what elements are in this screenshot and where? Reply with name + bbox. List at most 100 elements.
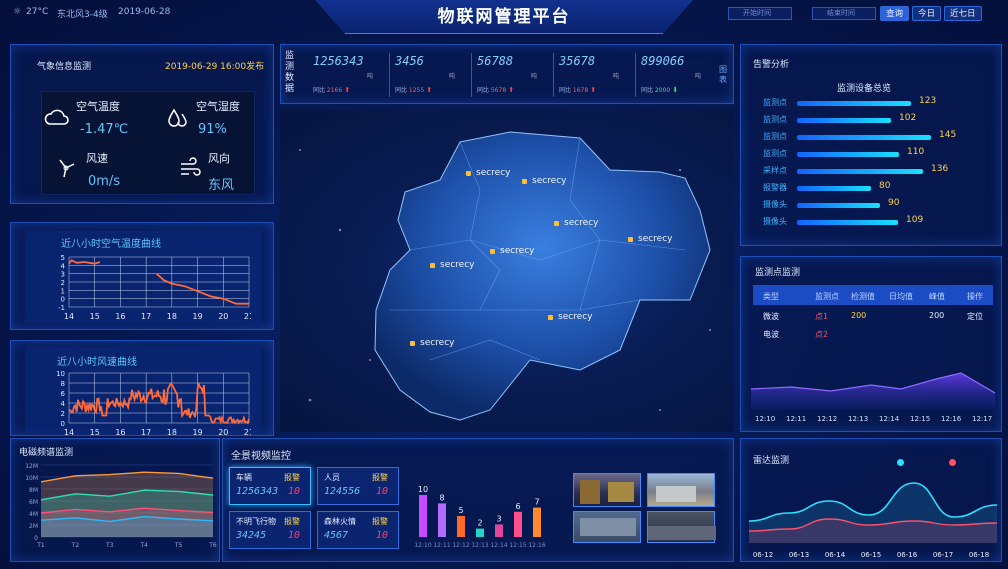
video-card-label: 不明飞行物 — [236, 517, 276, 526]
weather-temp: 27°C — [26, 7, 49, 17]
stat-compare-value: 5678 — [490, 87, 507, 94]
x-tick-label: 06-12 — [753, 551, 773, 559]
map-marker-icon[interactable] — [628, 237, 633, 242]
x-tick-label: 12:15 — [910, 415, 930, 423]
video-card-value: 1256343 — [236, 486, 279, 497]
alarm-bar-value: 102 — [899, 113, 917, 123]
map-label: secrecy — [532, 176, 567, 186]
video-card-alarm-value: 10 — [375, 486, 388, 497]
map-marker-icon[interactable] — [466, 171, 471, 176]
table-cell: 微波 — [763, 312, 779, 321]
series-line — [68, 259, 101, 265]
humidity-icon — [168, 108, 187, 127]
x-tick-label: T3 — [105, 542, 114, 549]
region-map[interactable] — [280, 110, 734, 432]
start-time-input[interactable]: 开始时间 — [728, 7, 792, 20]
camera-thumbnail-3[interactable] — [573, 511, 641, 543]
video-card[interactable]: 森林火情 报警 4567 10 — [317, 511, 399, 549]
x-tick-label: 12:17 — [972, 415, 992, 423]
video-card-alarm-value: 10 — [287, 486, 300, 497]
video-card-value: 34245 — [236, 530, 267, 541]
y-tick-label: 8M — [29, 487, 38, 494]
camera-thumbnail-4[interactable] — [647, 511, 716, 543]
table-cell: 200 — [851, 311, 867, 320]
video-card-alarm-value: 10 — [375, 530, 388, 541]
table-row[interactable]: 微波 点1 200 200 定位 — [753, 309, 993, 325]
stat-compare-label: 同比 — [395, 87, 409, 94]
map-marker-icon[interactable] — [548, 315, 553, 320]
radar-panel: 雷达监测 06-12 06-13 06-14 06-15 06-16 06-17 06-18 — [740, 438, 1002, 562]
table-cell: 200 — [929, 311, 945, 320]
video-card-alarm-label: 报警 — [372, 473, 388, 482]
temp-chart-panel: 近八小时空气温度曲线 543210-11415161718192021 — [10, 222, 274, 330]
end-time-input[interactable]: 结束时间 — [812, 7, 876, 20]
map-panel: secrecy secrecy secrecy secrecy secrecy secre… — [280, 110, 734, 432]
alarm-bar-fill — [797, 203, 880, 208]
stat-divider — [389, 53, 390, 97]
last-seven-days-button[interactable]: 近七日 — [944, 6, 982, 21]
map-marker-icon[interactable] — [430, 263, 435, 268]
alarm-bar-row: 监测点 102 — [745, 113, 945, 126]
stats-items: 1256343 吨同比 2166 ⬆ 3456 吨同比 1255 ⬆ 56788 吨同比 … — [307, 47, 717, 103]
map-marker-icon[interactable] — [522, 179, 527, 184]
alarm-bar-row: 监测点 145 — [745, 130, 956, 143]
y-tick-label: 12M — [25, 463, 38, 470]
video-card[interactable]: 不明飞行物 报警 34245 10 — [229, 511, 311, 549]
query-button[interactable]: 查询 — [880, 6, 910, 21]
wind-speed-label: 风速 — [86, 152, 108, 165]
alarm-bar-label: 监测点 — [763, 149, 787, 158]
x-tick-label: 14 — [64, 428, 74, 435]
bar — [457, 516, 465, 537]
camera-thumbnail-2[interactable] — [647, 473, 715, 507]
alarm-bar-fill — [797, 135, 931, 140]
alarm-bar-fill — [797, 220, 898, 225]
bar — [514, 511, 522, 537]
table-header-cell: 操作 — [967, 292, 983, 301]
chart-toggle-button[interactable]: 图表 — [719, 65, 729, 85]
bar-value-label: 2 — [477, 519, 482, 528]
y-tick-label: 4 — [61, 262, 66, 270]
alarm-bar-value: 109 — [906, 215, 924, 225]
stat-value: 1256343 — [313, 54, 364, 68]
alarm-bar-label: 摄像头 — [763, 200, 787, 209]
x-tick-label: 17 — [141, 312, 151, 321]
x-tick-label: T4 — [139, 542, 148, 549]
stat-item: 1256343 吨同比 2166 ⬆ — [307, 47, 383, 101]
stat-compare: 同比 2000 ⬇ — [641, 85, 678, 94]
y-tick-label: 0 — [61, 420, 65, 428]
today-button[interactable]: 今日 — [912, 6, 942, 21]
map-marker-icon[interactable] — [554, 221, 559, 226]
x-tick-label: 18 — [167, 428, 177, 435]
x-tick-label: 12:10 — [414, 542, 431, 549]
bar — [419, 495, 427, 537]
video-card[interactable]: 人员 报警 124556 10 — [317, 467, 399, 505]
stats-strip: 监测数据 图表 1256343 吨同比 2166 ⬆ 3456 吨同比 1255 ⬆ 5… — [280, 44, 734, 104]
video-card[interactable]: 车辆 报警 1256343 10 — [229, 467, 311, 505]
map-marker-icon[interactable] — [490, 249, 495, 254]
alarm-bar-row: 监测点 123 — [745, 96, 945, 109]
table-row[interactable]: 电波 点2 — [753, 327, 993, 343]
stat-value: 35678 — [559, 54, 596, 68]
x-tick-label: 12:16 — [528, 542, 545, 549]
stat-value: 899066 — [641, 54, 685, 68]
alarm-bar-value: 90 — [888, 198, 900, 208]
table-cell[interactable]: 定位 — [967, 311, 983, 322]
camera-thumbnail-1[interactable] — [573, 473, 641, 507]
x-tick-label: 12:13 — [848, 415, 868, 423]
table-cell: 电波 — [763, 330, 779, 339]
stat-compare-value: 1678 — [572, 87, 589, 94]
sun-icon: ☼ — [13, 7, 22, 17]
bar-value-label: 8 — [439, 493, 444, 502]
alarm-bar-label: 监测点 — [763, 115, 787, 124]
x-tick-label: 06-17 — [933, 551, 953, 559]
y-tick-label: 8 — [61, 380, 65, 388]
x-tick-label: 12:11 — [786, 415, 806, 423]
stat-compare-label: 同比 — [477, 87, 491, 94]
map-marker-icon[interactable] — [410, 341, 415, 346]
video-card-alarm-label: 报警 — [284, 517, 300, 526]
table-header-cell: 检测值 — [851, 292, 875, 301]
arrow-up-icon: ⬆ — [506, 86, 515, 94]
x-tick-label: 12:14 — [490, 542, 507, 549]
spectrum-chart: 12M 10M 8M 6M 4M 2M 0T1 T2 T3 T4 T5 T6 — [25, 463, 217, 549]
end-time-placeholder: 结束时间 — [827, 9, 855, 17]
